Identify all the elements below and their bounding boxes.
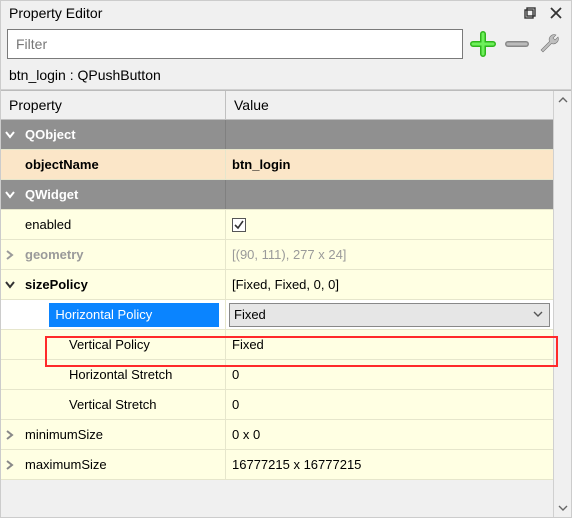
enabled-checkbox[interactable] — [232, 218, 246, 232]
dropdown-value: Fixed — [230, 307, 266, 322]
row-vertical-policy[interactable]: Vertical Policy Fixed — [1, 330, 553, 360]
prop-value[interactable]: [Fixed, Fixed, 0, 0] — [226, 270, 553, 299]
row-objectname[interactable]: objectName btn_login — [1, 150, 553, 180]
object-line: btn_login : QPushButton — [1, 63, 571, 90]
horizontal-policy-dropdown[interactable]: Fixed — [229, 303, 550, 327]
row-horizontal-policy[interactable]: Horizontal Policy Fixed — [1, 300, 553, 330]
chevron-right-icon — [1, 460, 19, 470]
header-value[interactable]: Value — [226, 91, 553, 119]
row-sizepolicy[interactable]: sizePolicy [Fixed, Fixed, 0, 0] — [1, 270, 553, 300]
prop-label: objectName — [19, 157, 99, 172]
prop-value[interactable]: btn_login — [226, 150, 553, 179]
property-table: Property Value QObject objectName — [1, 91, 553, 517]
row-horizontal-stretch[interactable]: Horizontal Stretch 0 — [1, 360, 553, 390]
prop-label: Horizontal Stretch — [19, 367, 172, 382]
prop-label: sizePolicy — [19, 277, 88, 292]
remove-button[interactable] — [503, 30, 531, 58]
undock-icon[interactable] — [523, 6, 537, 20]
chevron-right-icon — [1, 430, 19, 440]
add-button[interactable] — [469, 30, 497, 58]
property-editor-panel: Property Editor btn_login : QPushButton … — [0, 0, 572, 518]
row-enabled[interactable]: enabled — [1, 210, 553, 240]
prop-value[interactable]: 0 — [226, 360, 553, 389]
panel-title: Property Editor — [9, 5, 102, 21]
prop-value: [(90, 111), 277 x 24] — [226, 240, 553, 269]
prop-label: maximumSize — [19, 457, 107, 472]
scroll-down-icon[interactable] — [554, 499, 571, 517]
prop-label: minimumSize — [19, 427, 103, 442]
group-qobject[interactable]: QObject — [1, 120, 553, 150]
row-vertical-stretch[interactable]: Vertical Stretch 0 — [1, 390, 553, 420]
chevron-down-icon — [1, 190, 19, 200]
scroll-track[interactable] — [554, 109, 571, 499]
prop-label: Vertical Stretch — [19, 397, 156, 412]
chevron-right-icon — [1, 250, 19, 260]
filter-input[interactable] — [7, 29, 463, 59]
table-header: Property Value — [1, 91, 553, 120]
prop-value[interactable]: 0 x 0 — [226, 420, 553, 449]
prop-label: Vertical Policy — [19, 337, 150, 352]
prop-label: enabled — [19, 217, 71, 232]
chevron-down-icon — [1, 130, 19, 140]
row-geometry[interactable]: geometry [(90, 111), 277 x 24] — [1, 240, 553, 270]
group-label: QObject — [19, 127, 76, 142]
group-qwidget[interactable]: QWidget — [1, 180, 553, 210]
group-label: QWidget — [19, 187, 78, 202]
prop-value[interactable]: Fixed — [226, 330, 553, 359]
header-property[interactable]: Property — [1, 91, 226, 119]
title-bar: Property Editor — [1, 1, 571, 27]
wrench-icon[interactable] — [537, 30, 565, 58]
row-maximum-size[interactable]: maximumSize 16777215 x 16777215 — [1, 450, 553, 480]
row-minimum-size[interactable]: minimumSize 0 x 0 — [1, 420, 553, 450]
chevron-down-icon — [533, 307, 543, 322]
prop-value[interactable]: 0 — [226, 390, 553, 419]
scroll-up-icon[interactable] — [554, 91, 571, 109]
close-icon[interactable] — [549, 6, 563, 20]
selected-prop-label: Horizontal Policy — [49, 303, 219, 327]
chevron-down-icon — [1, 280, 19, 290]
prop-value[interactable]: 16777215 x 16777215 — [226, 450, 553, 479]
vertical-scrollbar[interactable] — [553, 91, 571, 517]
prop-label: geometry — [19, 247, 84, 262]
toolbar — [1, 27, 571, 63]
